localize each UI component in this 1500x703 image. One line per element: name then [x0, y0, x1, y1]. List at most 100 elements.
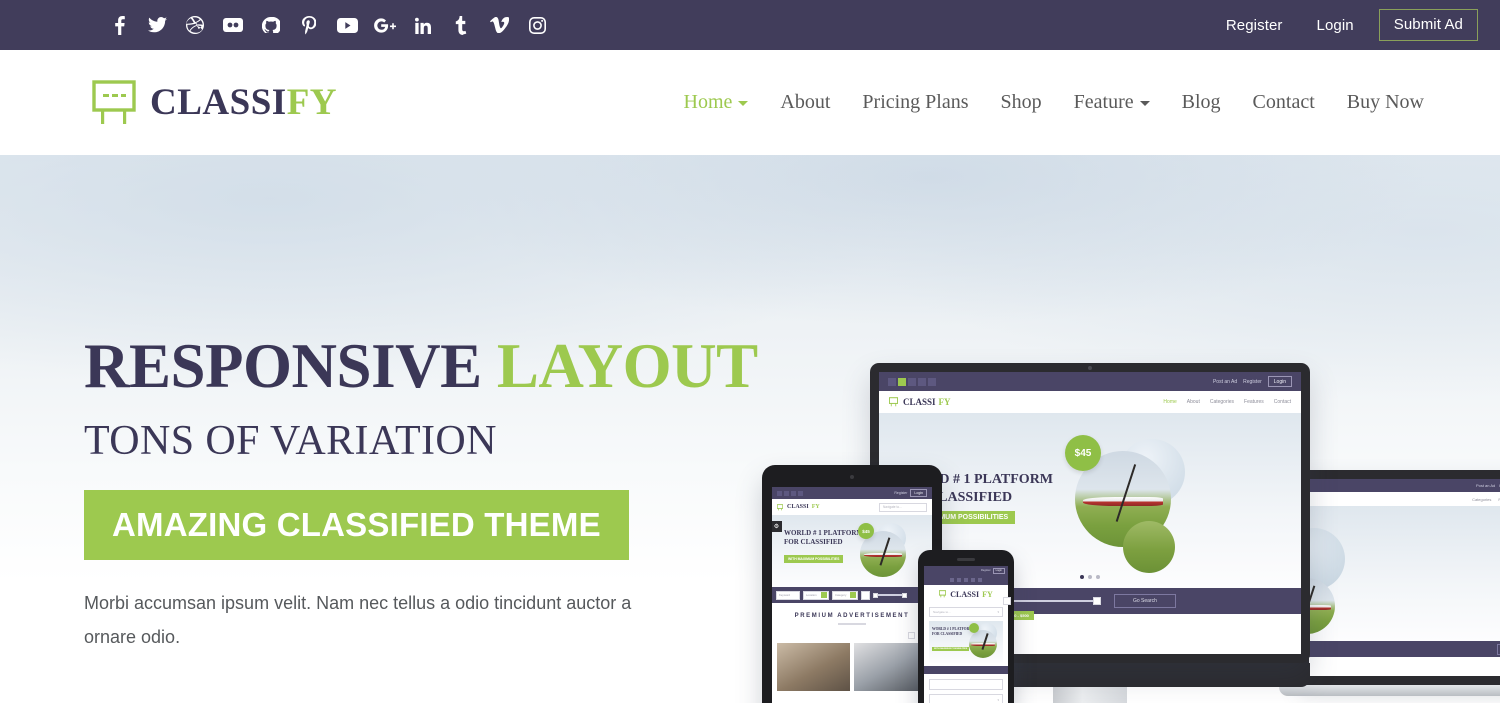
tablet-logo[interactable]: CLASSI FY: [777, 503, 820, 511]
monitor-social-row: [888, 377, 936, 386]
phone-screen: Register Login CLASSI FY Navigate to... …: [924, 566, 1008, 703]
monitor-search-button[interactable]: Go Search: [1114, 594, 1176, 608]
monitor-logo[interactable]: CLASSI FY: [889, 397, 951, 407]
nav-item-home[interactable]: Home: [668, 91, 765, 114]
instagram-icon[interactable]: [518, 10, 556, 40]
phone-pinterest-icon[interactable]: [964, 578, 968, 582]
tablet-location-select[interactable]: Location: [803, 590, 829, 600]
monitor-nav-about[interactable]: About: [1187, 399, 1200, 405]
tablet-twitter-icon[interactable]: [784, 490, 789, 496]
phone-search-input[interactable]: Navigate to... ▾: [929, 607, 1003, 617]
monitor-register-link[interactable]: Register: [1243, 379, 1262, 385]
logo-text-accent: FY: [286, 82, 338, 123]
phone-price-badge: [969, 623, 979, 633]
laptop-nav-categories[interactable]: Categories: [1472, 497, 1491, 502]
tablet-login-button[interactable]: Login: [910, 489, 927, 497]
google-plus-icon[interactable]: [366, 10, 404, 40]
monitor-post-ad-link[interactable]: Post an Ad: [1213, 379, 1237, 385]
tablet-facebook-icon[interactable]: [777, 490, 782, 496]
tablet-search-input[interactable]: Navigate to...: [879, 502, 927, 512]
tablet-ad-photo-2[interactable]: [854, 642, 927, 691]
tablet-settings-gear-icon[interactable]: ⚙: [772, 521, 782, 532]
tablet-location-label: Location: [806, 593, 817, 597]
site-header: CLASSIFY Home About Pricing Plans Shop F…: [0, 50, 1500, 155]
monitor-linkedin-icon[interactable]: [918, 377, 926, 386]
vimeo-icon[interactable]: [480, 10, 518, 40]
tablet-ad-photo-1[interactable]: [777, 642, 850, 691]
monitor-nav-categories[interactable]: Categories: [1210, 399, 1234, 405]
facebook-icon[interactable]: [100, 10, 138, 40]
laptop-screen: Post an Ad Register Login Categories Fea…: [1309, 479, 1500, 676]
login-link[interactable]: Login: [1300, 17, 1371, 34]
hero-lead-text: Morbi accumsan ipsum velit. Nam nec tell…: [84, 593, 632, 648]
device-mockup-group: Post an Ad Register Login Categories Fea…: [700, 305, 1500, 703]
register-link[interactable]: Register: [1209, 17, 1300, 34]
pinterest-icon[interactable]: [290, 10, 328, 40]
phone-facebook-icon[interactable]: [950, 578, 954, 582]
nav-item-blog[interactable]: Blog: [1166, 91, 1237, 114]
submit-ad-button[interactable]: Submit Ad: [1378, 9, 1478, 41]
tablet-price-badge: $45: [858, 523, 874, 539]
flickr-icon[interactable]: [214, 10, 252, 40]
nav-item-shop[interactable]: Shop: [985, 91, 1058, 114]
chevron-down-icon: [1139, 100, 1150, 106]
monitor-slider-dots[interactable]: [1080, 575, 1100, 579]
phone-divider-bar: [924, 666, 1008, 674]
tumblr-icon[interactable]: [442, 10, 480, 40]
phone-search-row: Navigate to... ▾: [924, 603, 1008, 621]
hero-section: RESPONSIVE LAYOUT TONS OF VARIATION AMAZ…: [0, 155, 1500, 703]
nav-item-pricing-plans[interactable]: Pricing Plans: [846, 91, 984, 114]
tablet-headline-2: FOR CLASSIFIED: [784, 538, 843, 547]
linkedin-icon[interactable]: [404, 10, 442, 40]
tablet-linkedin-icon[interactable]: [798, 490, 803, 496]
monitor-logo-accent: FY: [938, 397, 951, 407]
phone-twitter-icon[interactable]: [957, 578, 961, 582]
tablet-premium-section: PREMIUM ADVERTISEMENT: [772, 603, 932, 691]
youtube-icon[interactable]: [328, 10, 366, 40]
tablet-bezel: Register Login CLASSI FY Navigate to... …: [762, 465, 942, 703]
phone-field-location[interactable]: ▾: [929, 694, 1003, 703]
nav-item-about[interactable]: About: [764, 91, 846, 114]
tablet-category-select[interactable]: Category: [832, 590, 858, 600]
github-icon[interactable]: [252, 10, 290, 40]
tablet-logo-primary: CLASSI: [787, 504, 809, 510]
tablet-premium-title: PREMIUM ADVERTISEMENT: [794, 613, 910, 619]
nav-item-contact[interactable]: Contact: [1237, 91, 1331, 114]
tablet-logo-accent: FY: [811, 504, 820, 510]
monitor-nav-contact[interactable]: Contact: [1274, 399, 1291, 405]
phone-linkedin-icon[interactable]: [978, 578, 982, 582]
monitor-pinterest-icon[interactable]: [908, 377, 916, 386]
monitor-nav-home[interactable]: Home: [1163, 399, 1176, 405]
phone-field-keyword[interactable]: [929, 679, 1003, 690]
tablet-filter-toggle[interactable]: [861, 590, 870, 600]
phone-logo[interactable]: CLASSI FY: [939, 590, 993, 599]
tablet-register-link[interactable]: Register: [894, 491, 907, 495]
main-navigation: Home About Pricing Plans Shop Feature Bl…: [668, 91, 1440, 114]
monitor-nav-features[interactable]: Features: [1244, 399, 1264, 405]
laptop-mockup: Post an Ad Register Login Categories Fea…: [1279, 470, 1500, 703]
site-logo[interactable]: CLASSIFY: [92, 79, 338, 126]
tablet-pinterest-icon[interactable]: [791, 490, 796, 496]
twitter-icon[interactable]: [138, 10, 176, 40]
hero-copy: RESPONSIVE LAYOUT TONS OF VARIATION AMAZ…: [84, 335, 758, 654]
monitor-price-slider[interactable]: [1003, 597, 1101, 605]
phone-login-button[interactable]: Login: [992, 567, 1005, 574]
laptop-post-ad-link[interactable]: Post an Ad: [1476, 483, 1495, 488]
phone-register-link[interactable]: Register: [981, 569, 991, 572]
monitor-price-badge: $45: [1065, 435, 1101, 471]
hero-ribbon: AMAZING CLASSIFIED THEME: [84, 490, 629, 560]
smartphone-mockup: Register Login CLASSI FY Navigate to... …: [918, 550, 1014, 703]
monitor-facebook-icon[interactable]: [888, 377, 896, 386]
tablet-price-slider[interactable]: [873, 592, 907, 598]
dribbble-icon[interactable]: [176, 10, 214, 40]
nav-item-feature[interactable]: Feature: [1058, 91, 1166, 114]
tablet-carousel-arrows[interactable]: [777, 631, 927, 639]
tablet-keyword-input[interactable]: Keyword: [776, 590, 800, 600]
monitor-login-button[interactable]: Login: [1267, 376, 1292, 387]
monitor-instagram-icon[interactable]: [928, 377, 936, 386]
nav-item-buy-now[interactable]: Buy Now: [1331, 91, 1440, 114]
hero-subtitle: TONS OF VARIATION: [84, 418, 497, 464]
hero-title: RESPONSIVE LAYOUT: [84, 335, 758, 398]
phone-github-icon[interactable]: [971, 578, 975, 582]
monitor-twitter-icon[interactable]: [898, 377, 906, 386]
